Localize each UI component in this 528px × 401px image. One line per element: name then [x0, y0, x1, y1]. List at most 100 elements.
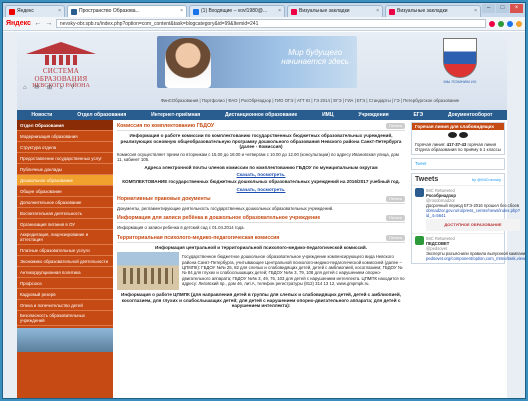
browser-tab[interactable]: Визуальные закладки ×: [385, 5, 481, 17]
close-tab-icon[interactable]: ×: [474, 6, 477, 17]
quick-links[interactable]: ФинСОбразования | Портфолио | ФАО | РосО…: [117, 98, 503, 103]
download-link[interactable]: Скачать, посмотреть.: [117, 172, 405, 177]
twitter-handle[interactable]: by @IMCnevsky: [472, 177, 501, 182]
section-title-text[interactable]: Нормативные правовые документы: [117, 196, 211, 202]
favicon-icon: [389, 8, 395, 15]
sidebar-item[interactable]: Экономико образовательной деятельности: [17, 256, 113, 267]
sidebar-photo: [17, 328, 113, 352]
avatar[interactable]: [415, 187, 424, 197]
sidebar-item[interactable]: Дополнительное образование: [17, 197, 113, 208]
sidebar-item[interactable]: Профсоюз: [17, 278, 113, 289]
close-button[interactable]: ×: [510, 4, 523, 13]
tweet-button-box: Tweet: [411, 158, 505, 170]
favicon-icon: [193, 8, 199, 15]
header-icons[interactable]: ⌂ ✉ ⊞ ⌕ ?: [23, 84, 77, 92]
section-title-text[interactable]: Территориальная психолого-медико-педагог…: [117, 235, 279, 241]
twitter-widget: Tweets by @IMCnevsky IMC Retweeted Рособр…: [411, 172, 525, 264]
browser-tab[interactable]: Яндекс ×: [5, 5, 65, 17]
logo-title: СИСТЕМА ОБРАЗОВАНИЯ: [34, 67, 88, 83]
emblem-caption: МЫ ПОМНИМ ИХ: [443, 79, 477, 84]
extension-icon[interactable]: [498, 20, 504, 27]
section-title: Комиссия по комплектованию ГБДОУ Печать: [117, 122, 405, 131]
logo-columns-icon: [21, 55, 101, 65]
menu-icon[interactable]: [516, 20, 522, 27]
main-menu: Новости Отдел образования Интернет-приёмна…: [17, 110, 507, 120]
shield-icon: [443, 38, 477, 78]
menu-item[interactable]: Новости: [31, 112, 52, 118]
avatar[interactable]: [415, 235, 424, 245]
extension-icon[interactable]: [507, 20, 513, 27]
section-pmpk: Территориальная психолого-медико-педагог…: [117, 234, 405, 309]
hotline-box: Горячая линия для слабовидящих Горячая л…: [411, 122, 505, 156]
menu-item[interactable]: ЕГЭ: [413, 112, 423, 118]
tweet-link[interactable]: obrnadzor.gov.ru/ru/press_center/news/in…: [426, 208, 520, 218]
close-tab-icon[interactable]: ×: [58, 6, 61, 17]
section-title: Территориальная психолого-медико-педагог…: [117, 234, 405, 243]
sidebar-item[interactable]: Организация питания в ОУ: [17, 219, 113, 230]
sidebar-item[interactable]: Структура отдела: [17, 142, 113, 153]
tweet-text: Эксперты разъяснили правила выпускной ка…: [426, 250, 525, 256]
sidebar-item[interactable]: Опека и попечительство детей: [17, 300, 113, 311]
tweet-body: IMC Retweeted Рособрнадзор @rosobrnadzor До…: [426, 188, 520, 231]
menu-item[interactable]: Дистанционное образование: [225, 112, 297, 118]
address-bar[interactable]: nevsky-obr.spb.ru/index.php?option=com_c…: [55, 19, 486, 28]
sidebar-item[interactable]: Модернизация образования: [17, 131, 113, 142]
hotline-title[interactable]: Горячая линия для слабовидящих: [412, 123, 504, 130]
menu-item[interactable]: Интернет-приёмная: [151, 112, 200, 118]
tweet[interactable]: IMC Retweeted Рособрнадзор @rosobrnadzor До…: [412, 184, 520, 233]
tweet-text: Досрочный период ЕГЭ-2016 прошел без сбо…: [426, 202, 520, 208]
section-title: Нормативные правовые документы Печать: [117, 195, 405, 204]
tweet[interactable]: IMC Retweeted ПЕДСОВЕТ @pedsovet Эксперты р…: [412, 232, 525, 263]
favicon-icon: [71, 8, 77, 15]
print-button[interactable]: Печать: [385, 234, 405, 241]
site-logo[interactable]: СИСТЕМА ОБРАЗОВАНИЯ НЕВСКОГО РАЙОНА: [21, 42, 101, 89]
section-title-text[interactable]: Комиссия по комплектованию ГБДОУ: [117, 123, 214, 129]
browser-tab[interactable]: (1) Входящие – vovl1980@... ×: [189, 5, 285, 17]
tweet-list: IMC Retweeted Рособрнадзор @rosobrnadzor До…: [412, 184, 525, 263]
section-title-text[interactable]: Информация для записи ребёнка в дошкольн…: [117, 215, 320, 221]
menu-item[interactable]: Учреждения: [358, 112, 388, 118]
section-footnote: Информация о работе ЦПМПК (для направлен…: [121, 292, 401, 309]
menu-item[interactable]: ИМЦ: [322, 112, 333, 118]
download-link[interactable]: Скачать, посмотреть.: [117, 187, 405, 192]
close-tab-icon[interactable]: ×: [278, 6, 281, 17]
tweet-link[interactable]: pedsovet.org/component/option,com_mtree/…: [426, 256, 525, 261]
yandex-logo[interactable]: Яндекс: [6, 20, 31, 27]
favicon-icon: [9, 8, 15, 15]
sidebar-item[interactable]: Безопасность образовательных учреждений: [17, 311, 113, 326]
sidebar-item[interactable]: Отдел Образования: [17, 120, 113, 131]
menu-item[interactable]: Отдел образования: [77, 112, 126, 118]
tweet-button[interactable]: Tweet: [412, 159, 504, 168]
back-button[interactable]: ←: [34, 20, 42, 27]
tab-label: Визуальные закладки: [397, 8, 448, 14]
sidebar-item[interactable]: Платные образовательные услуги: [17, 245, 113, 256]
sidebar-item[interactable]: Предоставление государственных услуг: [17, 153, 113, 164]
banner-line-2: начинается здесь: [281, 57, 349, 66]
sidebar-item[interactable]: Кадровый резерв: [17, 289, 113, 300]
tweet-image[interactable]: ДОСТУПНОЕ ОБРАЗОВАНИЕ: [426, 218, 520, 231]
sidebar-item[interactable]: Воспитательная деятельность: [17, 208, 113, 219]
sidebar-item[interactable]: Антикоррупционная политика: [17, 267, 113, 278]
section-commission: Комиссия по комплектованию ГБДОУ Печать И…: [117, 122, 405, 192]
bookmark-icon[interactable]: [489, 20, 495, 27]
glasses-icon: [412, 130, 504, 140]
browser-tab[interactable]: Пространство Образова... ×: [67, 5, 187, 17]
print-button[interactable]: Печать: [385, 123, 405, 129]
sidebar-item[interactable]: Общее образование: [17, 186, 113, 197]
close-tab-icon[interactable]: ×: [180, 6, 183, 17]
browser-tab[interactable]: Визуальные закладки ×: [287, 5, 383, 17]
maximize-button[interactable]: □: [496, 4, 509, 13]
close-tab-icon[interactable]: ×: [376, 6, 379, 17]
print-button[interactable]: Печать: [385, 215, 405, 222]
browser-window: Яндекс × Пространство Образова... × (1) Вход…: [2, 2, 526, 399]
minimize-button[interactable]: –: [482, 4, 495, 13]
menu-item[interactable]: Документооборот: [448, 112, 492, 118]
sidebar-nav: Отдел Образования Модернизация образовани…: [17, 120, 113, 326]
memorial-emblem[interactable]: МЫ ПОМНИМ ИХ: [443, 38, 477, 84]
sidebar-item[interactable]: Дошкольное образование: [17, 175, 113, 186]
sidebar-item[interactable]: Аккредитация, лицензирование и аттестаци…: [17, 230, 113, 245]
print-button[interactable]: Печать: [385, 195, 405, 202]
sidebar-item[interactable]: Публичные доклады: [17, 164, 113, 175]
forward-button[interactable]: →: [45, 20, 53, 27]
section-body: Государственное бюджетное дошкольное обр…: [182, 254, 405, 287]
